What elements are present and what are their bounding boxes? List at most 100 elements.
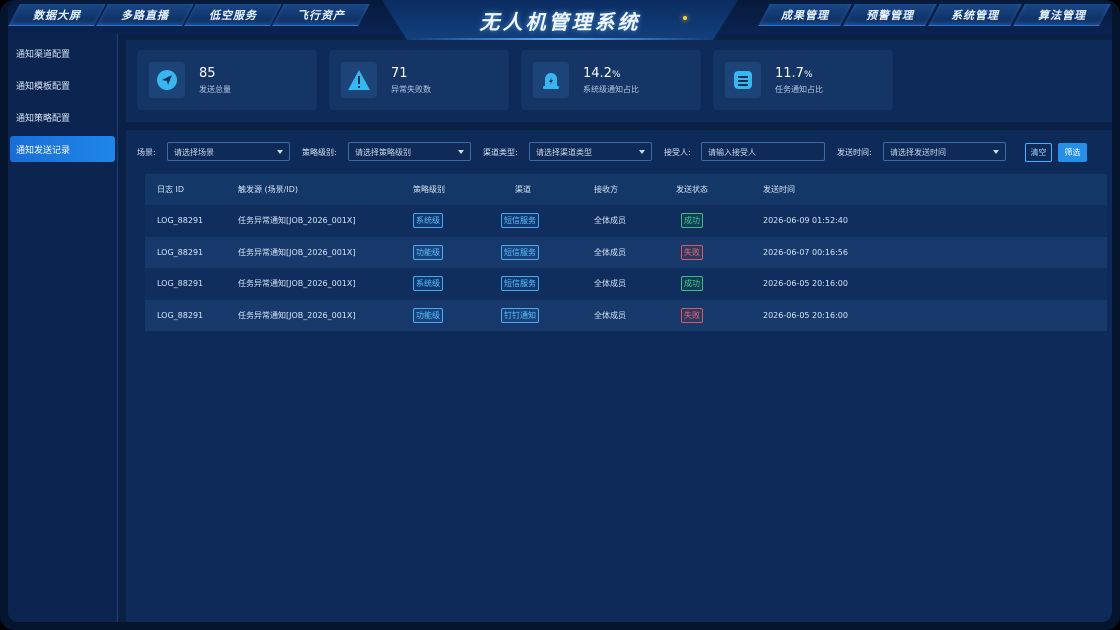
select-placeholder: 请选择策略级别 <box>355 148 411 157</box>
scene-label: 场景: <box>137 148 156 157</box>
col-header-level: 策略级别 <box>413 185 445 194</box>
cell-log-id: LOG_88291 <box>157 216 204 226</box>
nav-tab-label: 系统管理 <box>951 8 1000 22</box>
stat-card-task-ratio: 11.7% 任务通知占比 <box>713 50 893 110</box>
sidebar-item-channel-config[interactable]: 通知渠道配置 <box>10 40 115 66</box>
top-bar: 数据大屏 多路直播 低空服务 飞行资产 无人机管理系统 成果管理 预警管理 系统… <box>8 0 1112 40</box>
app-screen: 数据大屏 多路直播 低空服务 飞行资产 无人机管理系统 成果管理 预警管理 系统… <box>8 0 1112 622</box>
sidebar-item-label: 通知模板配置 <box>16 81 71 92</box>
cell-receiver: 全体成员 <box>594 216 626 226</box>
cell-receiver: 全体成员 <box>594 279 626 289</box>
col-header-time: 发送时间 <box>763 185 795 194</box>
sidebar-item-strategy-config[interactable]: 通知策略配置 <box>10 104 115 130</box>
nav-tab-label: 成果管理 <box>781 8 830 22</box>
table-row[interactable]: LOG_88291 任务异常通知[JOB_2026_001X] 系统级 短信服务… <box>145 205 1107 237</box>
stat-label: 任务通知占比 <box>775 85 823 94</box>
nav-tab-label: 多路直播 <box>121 8 170 22</box>
stat-value: 85 <box>199 66 216 81</box>
input-placeholder: 请输入接受人 <box>708 148 756 157</box>
app-title: 无人机管理系统 <box>479 9 641 34</box>
time-select[interactable]: 请选择发送时间 <box>883 142 1006 161</box>
cell-log-id: LOG_88291 <box>157 279 204 289</box>
cell-log-id: LOG_88291 <box>157 247 204 257</box>
table-row[interactable]: LOG_88291 任务异常通知[JOB_2026_001X] 系统级 短信服务… <box>145 268 1107 300</box>
nav-tab-label: 预警管理 <box>866 8 915 22</box>
cell-channel: 短信服务 <box>501 268 539 300</box>
table-row[interactable]: LOG_88291 任务异常通知[JOB_2026_001X] 功能级 钉钉通知… <box>145 299 1107 332</box>
sidebar: 通知渠道配置 通知模板配置 通知策略配置 通知发送记录 <box>8 34 118 622</box>
nav-tab-data-screen[interactable]: 数据大屏 <box>8 4 106 26</box>
scene-select[interactable]: 请选择场景 <box>167 142 290 161</box>
filter-button[interactable]: 筛选 <box>1058 143 1087 162</box>
select-placeholder: 请选择场景 <box>174 148 214 157</box>
chevron-down-icon <box>993 150 999 154</box>
channel-tag: 钉钉通知 <box>501 307 539 323</box>
cell-receiver: 全体成员 <box>594 247 626 257</box>
nav-tab-multi-live[interactable]: 多路直播 <box>96 4 194 26</box>
col-header-log-id: 日志 ID <box>157 185 185 194</box>
cell-time: 2026-06-07 00:16:56 <box>763 247 848 257</box>
chevron-down-icon <box>277 150 283 154</box>
cell-source: 任务异常通知[JOB_2026_001X] <box>238 216 356 226</box>
nav-tab-alerts[interactable]: 预警管理 <box>843 4 937 26</box>
status-badge: 失败 <box>681 244 703 260</box>
cell-source: 任务异常通知[JOB_2026_001X] <box>238 310 356 320</box>
clear-button[interactable]: 清空 <box>1025 143 1052 162</box>
cell-log-id: LOG_88291 <box>157 310 204 320</box>
cell-channel: 短信服务 <box>501 205 539 237</box>
chevron-down-icon <box>458 150 464 154</box>
cell-level: 系统级 <box>413 205 443 237</box>
channel-tag: 短信服务 <box>501 213 539 229</box>
nav-tab-label: 低空服务 <box>209 8 258 22</box>
stat-card-failures: 71 异常失败数 <box>329 50 509 110</box>
stats-panel: 85 发送总量 71 异常失败数 14.2% 系统级通知占比 11.7% 任务通… <box>126 40 1112 122</box>
cell-time: 2026-06-05 20:16:00 <box>763 279 848 289</box>
nav-tab-system[interactable]: 系统管理 <box>928 4 1022 26</box>
level-select[interactable]: 请选择策略级别 <box>348 142 471 161</box>
sidebar-item-template-config[interactable]: 通知模板配置 <box>10 72 115 98</box>
cell-level: 系统级 <box>413 268 443 300</box>
list-icon <box>725 62 761 98</box>
stat-label: 发送总量 <box>199 85 231 94</box>
col-header-channel: 渠道 <box>515 185 531 194</box>
nav-tab-label: 算法管理 <box>1038 8 1087 22</box>
sidebar-item-label: 通知渠道配置 <box>16 49 71 60</box>
nav-tab-low-altitude[interactable]: 低空服务 <box>184 4 282 26</box>
channel-select[interactable]: 请选择渠道类型 <box>529 142 652 161</box>
sidebar-item-send-records[interactable]: 通知发送记录 <box>10 136 115 162</box>
cell-time: 2026-06-05 20:16:00 <box>763 310 848 320</box>
table-row[interactable]: LOG_88291 任务异常通知[JOB_2026_001X] 功能级 短信服务… <box>145 236 1107 269</box>
time-label: 发送时间: <box>837 148 872 157</box>
cell-channel: 钉钉通知 <box>501 300 539 332</box>
channel-label: 渠道类型: <box>483 148 518 157</box>
level-label: 策略级别: <box>302 148 337 157</box>
col-header-source: 触发源 (场景/ID) <box>238 185 298 194</box>
level-tag: 系统级 <box>413 213 443 229</box>
nav-tab-flight-assets[interactable]: 飞行资产 <box>272 4 370 26</box>
chevron-down-icon <box>639 150 645 154</box>
nav-tab-label: 飞行资产 <box>297 8 346 22</box>
cell-level: 功能级 <box>413 300 443 332</box>
filter-bar: 场景: 请选择场景 策略级别: 请选择策略级别 渠道类型: 请选择渠道类型 接受… <box>126 142 1112 164</box>
channel-tag: 短信服务 <box>501 276 539 292</box>
alarm-icon <box>533 62 569 98</box>
nav-tab-results[interactable]: 成果管理 <box>758 4 852 26</box>
records-panel: 场景: 请选择场景 策略级别: 请选择策略级别 渠道类型: 请选择渠道类型 接受… <box>126 130 1112 622</box>
star-icon <box>683 16 687 20</box>
col-header-status: 发送状态 <box>676 185 708 194</box>
cell-channel: 短信服务 <box>501 237 539 269</box>
select-placeholder: 请选择渠道类型 <box>536 148 592 157</box>
warning-icon <box>341 62 377 98</box>
cell-status: 失败 <box>681 237 703 269</box>
nav-tab-algorithms[interactable]: 算法管理 <box>1013 4 1111 26</box>
send-icon <box>149 62 185 98</box>
channel-tag: 短信服务 <box>501 244 539 260</box>
level-tag: 功能级 <box>413 244 443 260</box>
stat-value: 14.2% <box>583 66 621 81</box>
status-badge: 成功 <box>681 276 703 292</box>
level-tag: 系统级 <box>413 276 443 292</box>
receiver-input[interactable]: 请输入接受人 <box>701 142 825 161</box>
stat-card-total: 85 发送总量 <box>137 50 317 110</box>
receiver-label: 接受人: <box>664 148 691 157</box>
cell-source: 任务异常通知[JOB_2026_001X] <box>238 279 356 289</box>
